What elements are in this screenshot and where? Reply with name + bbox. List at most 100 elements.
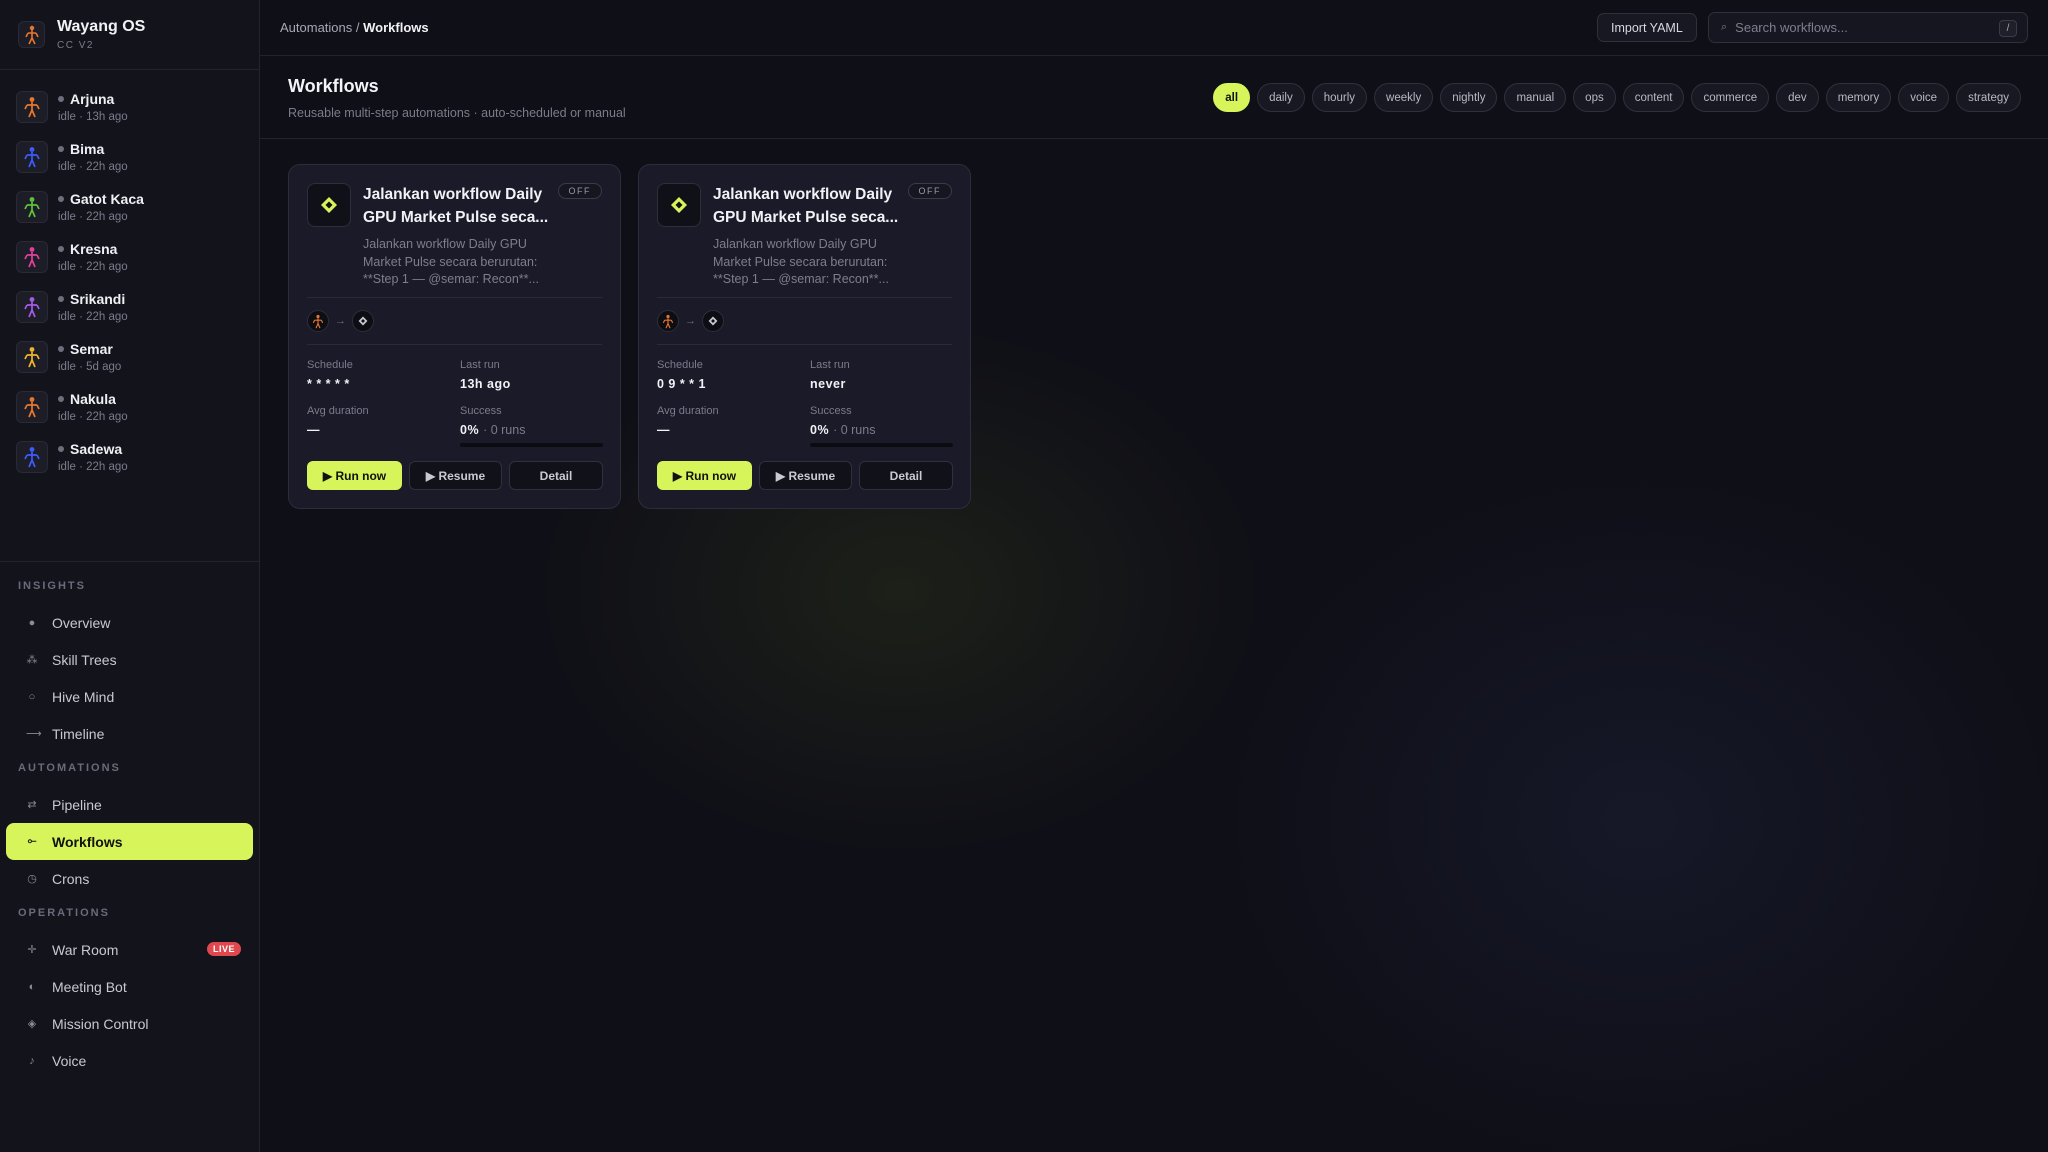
nav-item-skill-trees[interactable]: ⁂ Skill Trees (6, 641, 253, 678)
nav-item-label: War Room (52, 941, 119, 958)
overview-icon: ● (28, 616, 36, 629)
nav-item-timeline[interactable]: ⟶ Timeline (6, 715, 253, 752)
nav-item-voice[interactable]: ♪ Voice (6, 1042, 253, 1079)
filter-chip-voice[interactable]: voice (1898, 83, 1950, 112)
agent-name: Semar (70, 341, 113, 357)
agent-name-row: Sadewa (58, 441, 128, 457)
filter-chip-daily[interactable]: daily (1257, 83, 1305, 112)
agent-name-row: Nakula (58, 391, 128, 407)
agent-status: idle · 5d ago (58, 361, 122, 373)
success-label: Success (460, 405, 502, 417)
filter-chip-dev[interactable]: dev (1776, 83, 1819, 112)
nav-item-label: Meeting Bot (52, 978, 127, 995)
status-dot-icon (58, 146, 64, 152)
search-box[interactable]: ⌕ / (1708, 12, 2028, 43)
hive-mind-icon: ○ (28, 690, 36, 703)
agent-name-row: Srikandi (58, 291, 128, 307)
workflow-card[interactable]: OFF Jalankan workflow Daily GPU Market Pu… (638, 164, 971, 509)
brand-subtitle: CC V2 (57, 40, 94, 51)
schedule-label: Schedule (657, 359, 703, 371)
main-content: Automations / Workflows Import YAML ⌕ / … (260, 0, 2048, 1152)
status-dot-icon (58, 446, 64, 452)
filter-chip-hourly[interactable]: hourly (1311, 83, 1368, 112)
agent-item[interactable]: Arjuna idle · 13h ago (0, 82, 259, 132)
agent-item[interactable]: Bima idle · 22h ago (0, 132, 259, 182)
status-dot-icon (58, 296, 64, 302)
search-input[interactable] (1735, 20, 1986, 35)
workflow-state-badge[interactable]: OFF (907, 183, 952, 199)
success-stat: Success 0% · 0 runs (460, 405, 603, 447)
filter-chip-commerce[interactable]: commerce (1691, 83, 1770, 112)
agent-item[interactable]: Sadewa idle · 22h ago (0, 432, 259, 482)
run-now-button[interactable]: ▶ Run now (307, 461, 402, 490)
brand[interactable]: Wayang OS CC V2 (0, 0, 259, 70)
breadcrumb-parent[interactable]: Automations / (280, 20, 363, 35)
agent-status: idle · 22h ago (58, 461, 128, 473)
agent-info: Kresna idle · 22h ago (58, 241, 128, 273)
agent-item[interactable]: Kresna idle · 22h ago (0, 232, 259, 282)
workflow-card[interactable]: OFF Jalankan workflow Daily GPU Market Pu… (288, 164, 621, 509)
detail-button[interactable]: Detail (509, 461, 603, 490)
agent-info: Arjuna idle · 13h ago (58, 91, 128, 123)
search-icon: ⌕ (1721, 21, 1728, 33)
nav-item-hive-mind[interactable]: ○ Hive Mind (6, 678, 253, 715)
filter-chip-all[interactable]: all (1213, 83, 1251, 112)
agent-info: Semar idle · 5d ago (58, 341, 121, 373)
filter-chip-strategy[interactable]: strategy (1956, 83, 2021, 112)
nav-section-automations: AUTOMATIONS (18, 762, 121, 774)
agent-item[interactable]: Gatot Kaca idle · 22h ago (0, 182, 259, 232)
agent-name: Gatot Kaca (70, 191, 144, 207)
workflow-state-badge[interactable]: OFF (557, 183, 602, 199)
workflow-card-header: Jalankan workflow Daily GPU Market Pulse… (307, 183, 602, 298)
workflow-title[interactable]: Jalankan workflow Daily GPU Market Pulse… (363, 183, 558, 229)
meeting-bot-icon: ◐ (28, 980, 36, 993)
agent-step-icon (657, 310, 679, 332)
schedule-value: * * * * * (307, 377, 350, 391)
agent-name: Nakula (70, 391, 116, 407)
status-dot-icon (58, 246, 64, 252)
workflow-cards: OFF Jalankan workflow Daily GPU Market Pu… (288, 164, 971, 509)
workflow-title[interactable]: Jalankan workflow Daily GPU Market Pulse… (713, 183, 908, 229)
agent-item[interactable]: Srikandi idle · 22h ago (0, 282, 259, 332)
breadcrumb-current: Workflows (363, 20, 429, 35)
agent-item[interactable]: Nakula idle · 22h ago (0, 382, 259, 432)
nav-item-workflows[interactable]: ⟜ Workflows (6, 823, 253, 860)
nav-item-label: Pipeline (52, 796, 102, 813)
agent-item[interactable]: Semar idle · 5d ago (0, 332, 259, 382)
nav-item-meeting-bot[interactable]: ◐ Meeting Bot (6, 968, 253, 1005)
nav-item-overview[interactable]: ● Overview (6, 604, 253, 641)
detail-button[interactable]: Detail (859, 461, 953, 490)
resume-button[interactable]: ▶ Resume (409, 461, 502, 490)
agent-step-icon (307, 310, 329, 332)
import-yaml-button[interactable]: Import YAML (1597, 13, 1697, 42)
filter-chip-content[interactable]: content (1622, 83, 1685, 112)
timeline-icon: ⟶ (26, 728, 42, 740)
nav-item-label: Crons (52, 870, 90, 887)
agent-name: Arjuna (70, 91, 115, 107)
skill-trees-icon: ⁂ (26, 654, 38, 666)
diamond-icon (307, 183, 351, 227)
filter-chip-ops[interactable]: ops (1573, 83, 1616, 112)
nav-item-crons[interactable]: ◷ Crons (6, 860, 253, 897)
workflow-actions: ▶ Run now ▶ Resume Detail (307, 461, 603, 490)
agent-info: Sadewa idle · 22h ago (58, 441, 128, 473)
workflow-description: Jalankan workflow Daily GPU Market Pulse… (363, 237, 539, 286)
sidebar: Wayang OS CC V2 Arjuna idle · 13h ago Bima… (0, 0, 260, 1152)
nav-item-mission-control[interactable]: ◈ Mission Control (6, 1005, 253, 1042)
filter-chip-memory[interactable]: memory (1825, 83, 1892, 112)
avg-duration-stat: Avg duration — (657, 405, 810, 447)
pipeline-icon: ⇄ (27, 799, 37, 811)
resume-button[interactable]: ▶ Resume (759, 461, 852, 490)
nav-item-war-room[interactable]: ✛ War Room LIVE (6, 931, 253, 968)
status-dot-icon (58, 396, 64, 402)
filter-chip-nightly[interactable]: nightly (1440, 83, 1498, 112)
filter-chip-manual[interactable]: manual (1504, 83, 1567, 112)
nav-item-pipeline[interactable]: ⇄ Pipeline (6, 786, 253, 823)
filter-chip-weekly[interactable]: weekly (1374, 83, 1434, 112)
last-run-stat: Last run never (810, 359, 953, 391)
agent-avatar-icon (16, 391, 48, 423)
filter-chips: all daily hourly weekly nightly manual ops cont… (1213, 83, 2021, 112)
run-now-button[interactable]: ▶ Run now (657, 461, 752, 490)
agent-name-row: Arjuna (58, 91, 128, 107)
agent-avatar-icon (16, 141, 48, 173)
